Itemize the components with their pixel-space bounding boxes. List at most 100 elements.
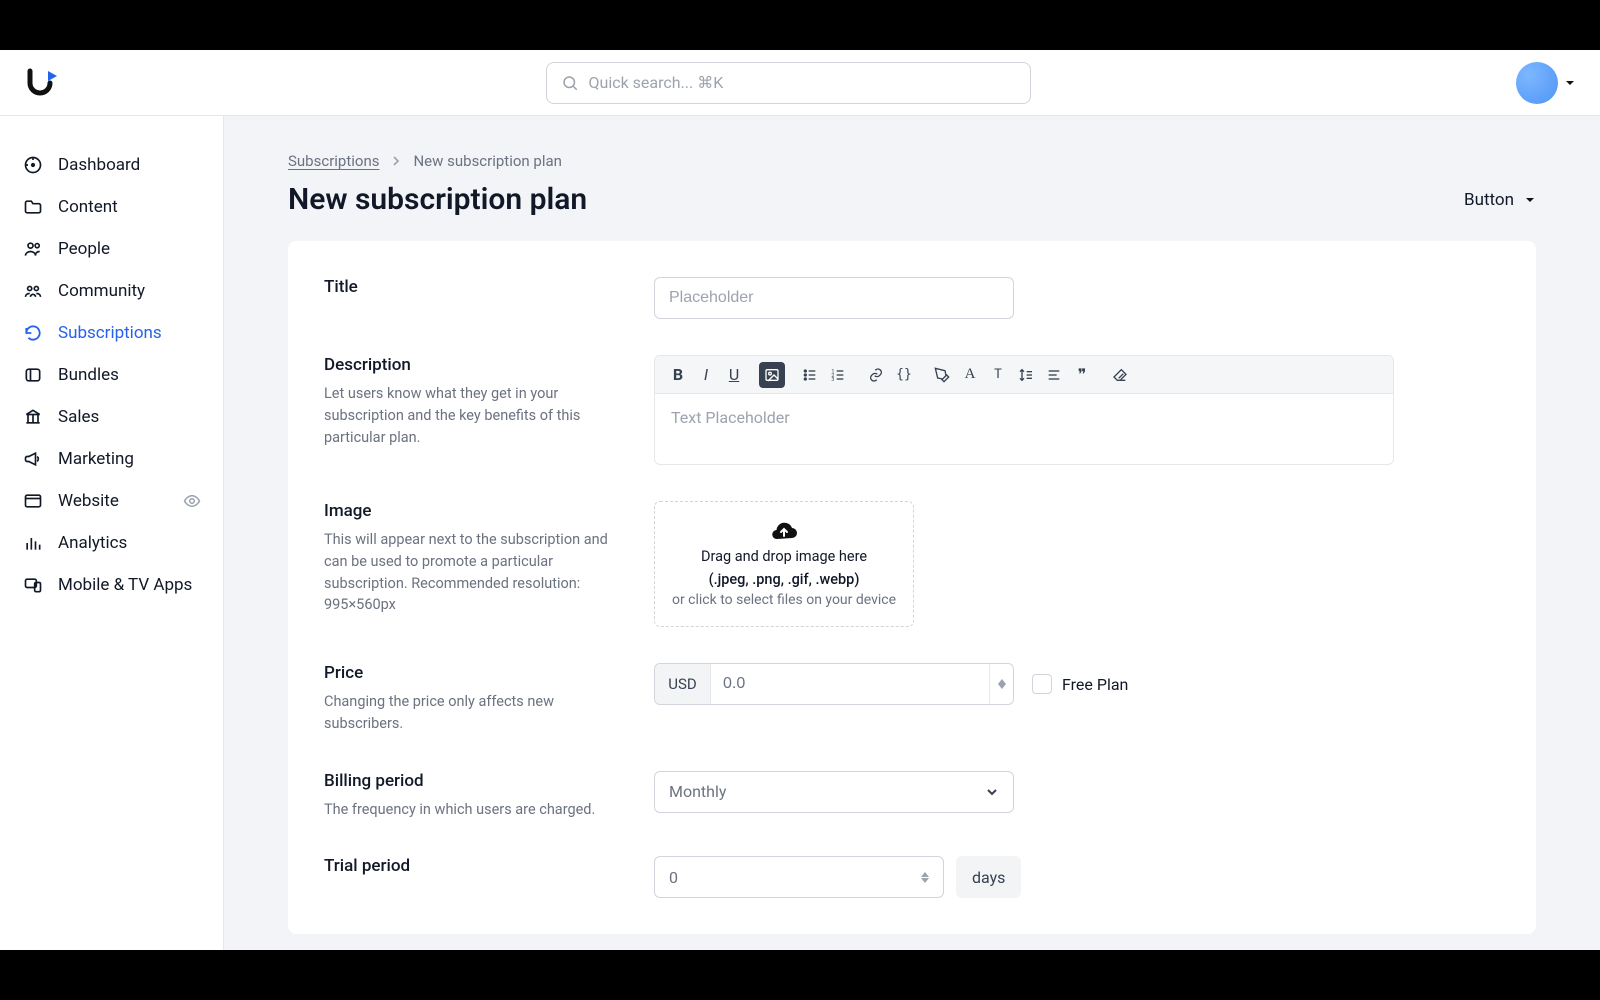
font-button[interactable]: A xyxy=(957,362,983,388)
caret-down-icon xyxy=(1524,194,1536,206)
folder-icon xyxy=(22,196,44,218)
sidebar-item-content[interactable]: Content xyxy=(12,186,211,228)
action-button-label: Button xyxy=(1464,190,1514,210)
topbar: Quick search... ⌘K xyxy=(0,50,1600,116)
chevron-right-icon xyxy=(391,156,401,166)
field-help-description: Let users know what they get in your sub… xyxy=(324,383,614,448)
cloud-upload-icon xyxy=(770,520,798,542)
title-input[interactable] xyxy=(654,277,1014,319)
bar-chart-icon xyxy=(22,532,44,554)
field-label-description: Description xyxy=(324,355,614,375)
sidebar-item-label: Sales xyxy=(58,407,99,427)
dropzone-title: Drag and drop image here xyxy=(671,548,897,565)
sidebar: Dashboard Content People Community xyxy=(0,116,224,950)
caret-down-icon xyxy=(1564,77,1576,89)
breadcrumb: Subscriptions New subscription plan xyxy=(288,152,1536,170)
trial-input[interactable]: 0 xyxy=(654,856,944,898)
sidebar-item-subscriptions[interactable]: Subscriptions xyxy=(12,312,211,354)
editor-toolbar: B I U xyxy=(655,356,1393,394)
billing-period-value: Monthly xyxy=(669,782,726,801)
field-help-price: Changing the price only affects new subs… xyxy=(324,691,614,735)
sidebar-item-label: Website xyxy=(58,491,119,511)
field-label-billing: Billing period xyxy=(324,771,614,791)
bold-button[interactable]: B xyxy=(665,362,691,388)
target-icon xyxy=(22,154,44,176)
refresh-icon xyxy=(22,322,44,344)
breadcrumb-parent[interactable]: Subscriptions xyxy=(288,152,379,170)
field-label-image: Image xyxy=(324,501,614,521)
trial-value: 0 xyxy=(669,868,678,887)
code-button[interactable]: {} xyxy=(891,362,917,388)
field-help-billing: The frequency in which users are charged… xyxy=(324,799,614,821)
billing-period-select[interactable]: Monthly xyxy=(654,771,1014,813)
bullet-list-button[interactable] xyxy=(797,362,823,388)
people-icon xyxy=(22,238,44,260)
highlight-button[interactable] xyxy=(929,362,955,388)
field-label-title: Title xyxy=(324,277,614,297)
profile-menu[interactable] xyxy=(1516,62,1576,104)
field-help-image: This will appear next to the subscriptio… xyxy=(324,529,614,616)
description-textarea[interactable]: Text Placeholder xyxy=(655,394,1393,464)
numbered-list-button[interactable]: 123 xyxy=(825,362,851,388)
image-button[interactable] xyxy=(759,362,785,388)
sidebar-item-label: Dashboard xyxy=(58,155,140,175)
svg-text:3: 3 xyxy=(831,377,834,383)
breadcrumb-current: New subscription plan xyxy=(413,152,561,170)
community-icon xyxy=(22,280,44,302)
free-plan-label: Free Plan xyxy=(1062,675,1128,694)
megaphone-icon xyxy=(22,448,44,470)
search-icon xyxy=(561,74,579,92)
rich-editor: B I U xyxy=(654,355,1394,465)
sidebar-item-apps[interactable]: Mobile & TV Apps xyxy=(12,564,211,606)
dropzone-formats: (.jpeg, .png, .gif, .webp) xyxy=(671,571,897,588)
price-currency: USD xyxy=(655,664,711,704)
price-stepper[interactable] xyxy=(989,664,1013,704)
chevron-down-icon xyxy=(921,878,929,883)
search-input[interactable]: Quick search... ⌘K xyxy=(546,62,1031,104)
main-content: Subscriptions New subscription plan New … xyxy=(224,116,1600,950)
trial-unit: days xyxy=(956,856,1021,898)
sidebar-item-website[interactable]: Website xyxy=(12,480,211,522)
search-placeholder: Quick search... ⌘K xyxy=(589,73,724,92)
price-input[interactable] xyxy=(711,664,989,704)
sidebar-item-label: Analytics xyxy=(58,533,127,553)
logo[interactable] xyxy=(24,67,60,99)
sidebar-item-analytics[interactable]: Analytics xyxy=(12,522,211,564)
action-button[interactable]: Button xyxy=(1464,190,1536,210)
page-title: New subscription plan xyxy=(288,182,587,217)
sidebar-item-label: People xyxy=(58,239,110,259)
field-label-price: Price xyxy=(324,663,614,683)
chevron-down-icon xyxy=(998,684,1006,689)
bundle-icon xyxy=(22,364,44,386)
dropzone-subtitle: or click to select files on your device xyxy=(671,592,897,608)
sidebar-item-dashboard[interactable]: Dashboard xyxy=(12,144,211,186)
sidebar-item-bundles[interactable]: Bundles xyxy=(12,354,211,396)
sidebar-item-label: Bundles xyxy=(58,365,119,385)
sidebar-item-sales[interactable]: Sales xyxy=(12,396,211,438)
line-height-button[interactable] xyxy=(1013,362,1039,388)
free-plan-checkbox[interactable]: Free Plan xyxy=(1032,674,1128,694)
sidebar-item-label: Subscriptions xyxy=(58,323,162,343)
quote-button[interactable]: ❞ xyxy=(1069,362,1095,388)
align-button[interactable] xyxy=(1041,362,1067,388)
bank-icon xyxy=(22,406,44,428)
browser-icon xyxy=(22,490,44,512)
sidebar-item-people[interactable]: People xyxy=(12,228,211,270)
text-button[interactable]: T xyxy=(985,362,1011,388)
sidebar-item-marketing[interactable]: Marketing xyxy=(12,438,211,480)
avatar xyxy=(1516,62,1558,104)
chevron-up-icon xyxy=(921,872,929,877)
checkbox-icon xyxy=(1032,674,1052,694)
sidebar-item-label: Content xyxy=(58,197,118,217)
form-card: Title Description Let users know what th… xyxy=(288,241,1536,934)
field-label-trial: Trial period xyxy=(324,856,614,876)
link-button[interactable] xyxy=(863,362,889,388)
sidebar-item-community[interactable]: Community xyxy=(12,270,211,312)
eraser-button[interactable] xyxy=(1107,362,1133,388)
image-dropzone[interactable]: Drag and drop image here (.jpeg, .png, .… xyxy=(654,501,914,627)
trial-stepper[interactable] xyxy=(921,872,929,883)
eye-icon xyxy=(183,492,201,510)
chevron-down-icon xyxy=(985,785,999,799)
underline-button[interactable]: U xyxy=(721,362,747,388)
italic-button[interactable]: I xyxy=(693,362,719,388)
